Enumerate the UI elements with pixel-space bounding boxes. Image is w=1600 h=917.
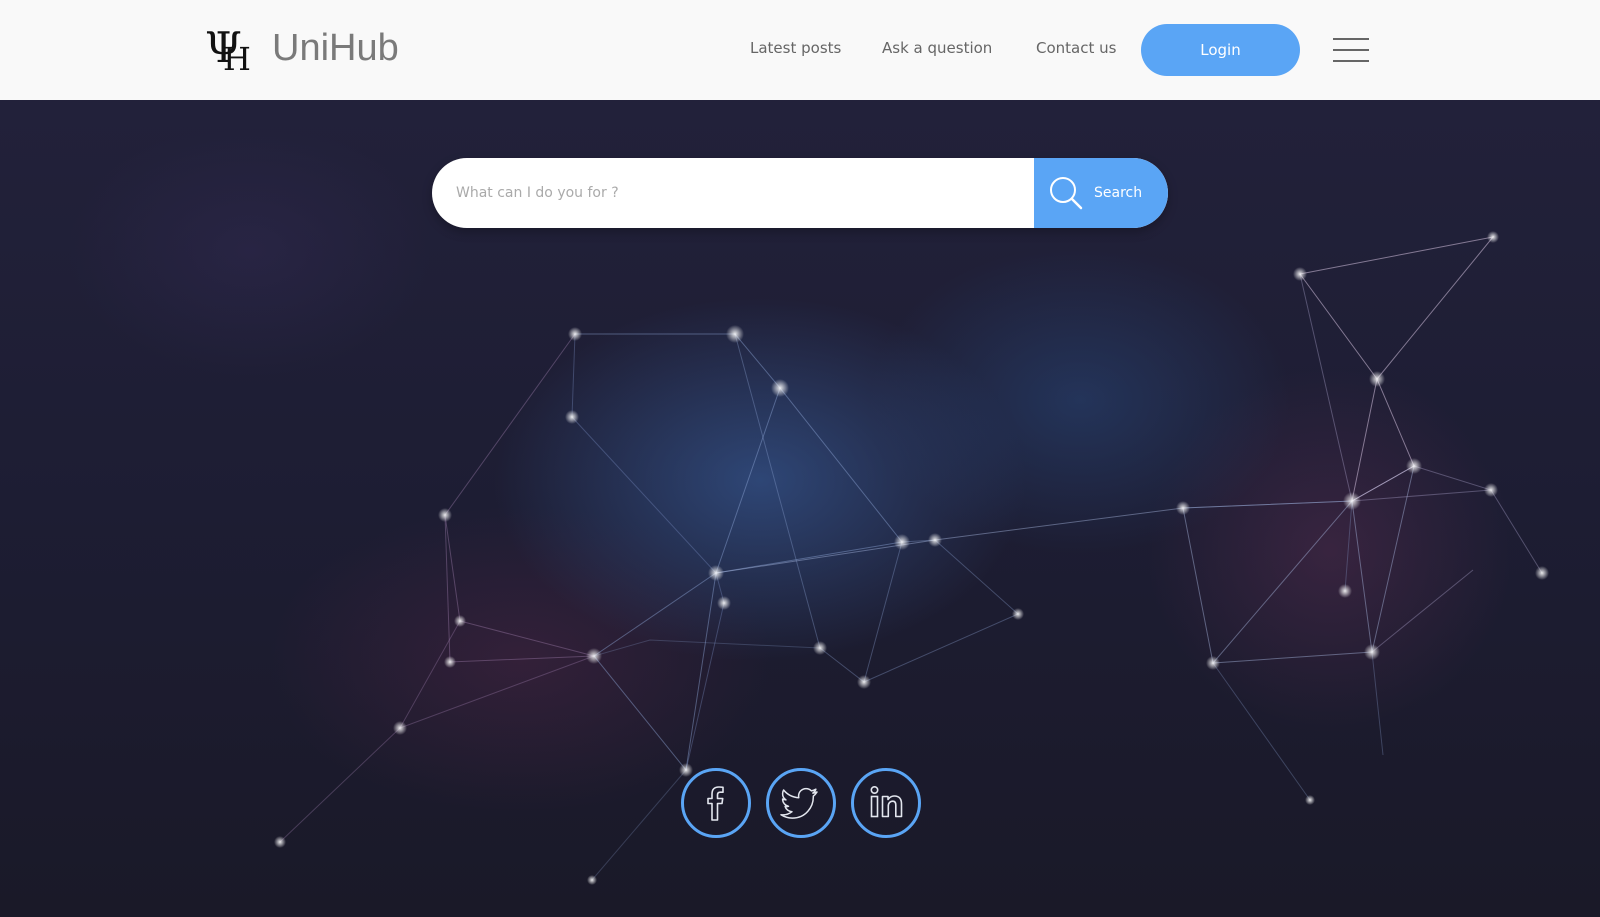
linkedin-link[interactable] bbox=[851, 768, 921, 838]
twitter-link[interactable] bbox=[766, 768, 836, 838]
search-bar: Search bbox=[432, 158, 1168, 228]
hamburger-menu-icon[interactable] bbox=[1333, 38, 1369, 64]
unihub-logo-icon[interactable]: Ψ H bbox=[205, 24, 253, 74]
twitter-icon bbox=[780, 787, 818, 819]
brand-name[interactable]: UniHub bbox=[272, 24, 399, 72]
svg-text:H: H bbox=[223, 40, 251, 74]
search-button-label: Search bbox=[1094, 185, 1143, 201]
login-button[interactable]: Login bbox=[1141, 24, 1300, 76]
nav-contact-us[interactable]: Contact us bbox=[1036, 38, 1116, 58]
nav-latest-posts[interactable]: Latest posts bbox=[750, 38, 841, 58]
search-input[interactable] bbox=[432, 158, 1034, 228]
facebook-icon bbox=[707, 786, 724, 821]
nav-ask-question[interactable]: Ask a question bbox=[882, 38, 992, 58]
search-icon bbox=[1050, 177, 1083, 210]
hero-section: Search bbox=[0, 100, 1600, 917]
facebook-link[interactable] bbox=[681, 768, 751, 838]
search-button[interactable]: Search bbox=[1034, 158, 1168, 228]
site-header: Ψ H UniHub Latest posts Ask a question C… bbox=[0, 0, 1600, 100]
linkedin-icon bbox=[870, 786, 903, 818]
